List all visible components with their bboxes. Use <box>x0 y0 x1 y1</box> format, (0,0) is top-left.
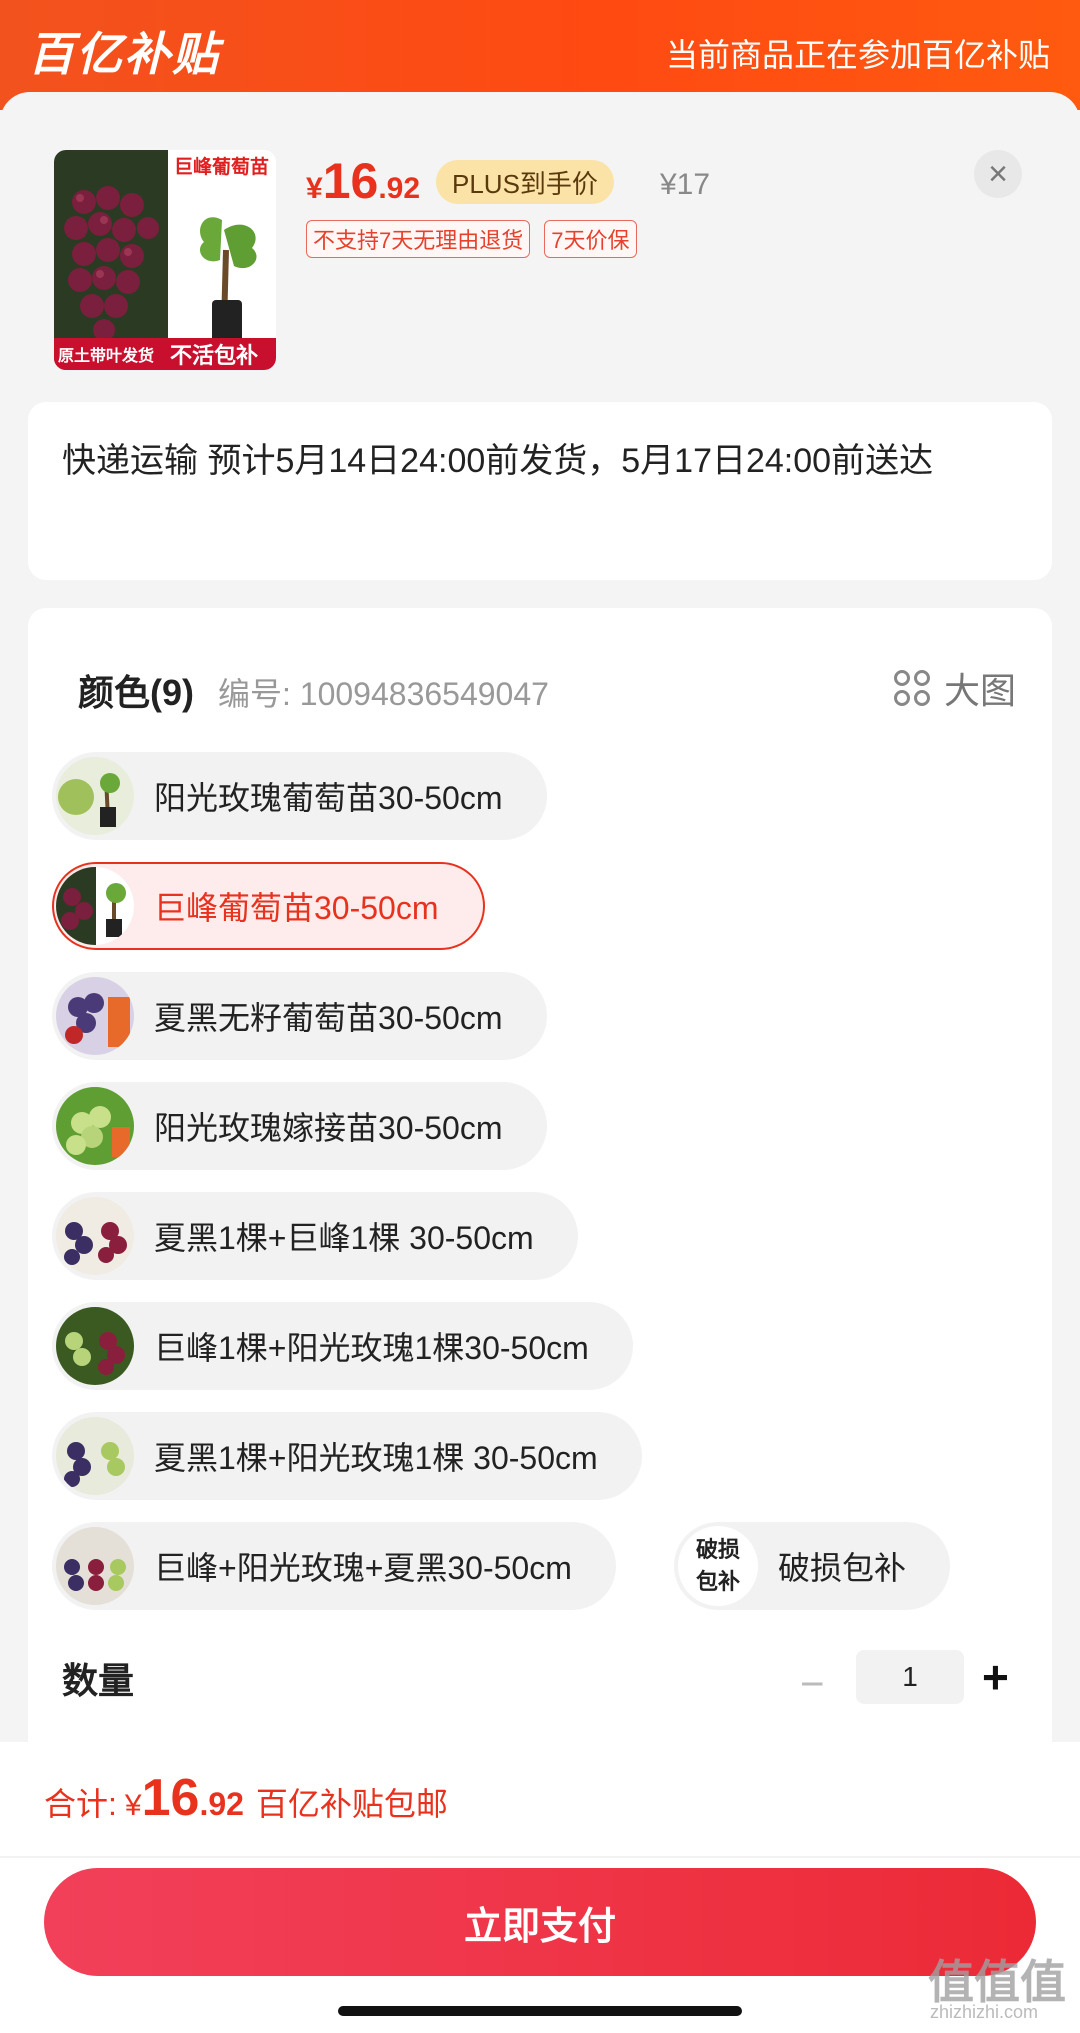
option-label: 破损包补 <box>778 1550 907 1586</box>
total-currency: ¥ <box>124 1789 142 1822</box>
shipping-text: 快递运输 预计5月14日24:00前发货，5月17日24:00前送达 <box>62 442 934 480</box>
option-thumbnail-icon <box>56 1417 134 1495</box>
watermark-url: zhizhizhi.com <box>930 2002 1039 2022</box>
thumbnail-title: 巨峰葡萄苗 <box>174 157 270 178</box>
price-currency: ¥ <box>306 172 323 205</box>
spec-header: 颜色(9) 编号: 10094836549047 <box>78 664 549 716</box>
grid-icon <box>893 670 930 706</box>
plus-price-badge: PLUS到手价 <box>436 160 614 204</box>
shipping-info[interactable]: 快递运输 预计5月14日24:00前发货，5月17日24:00前送达 <box>28 402 1052 580</box>
damage-icon-line1: 破损 <box>695 1537 740 1562</box>
spec-title: 颜色(9) <box>78 672 194 713</box>
option-label: 巨峰+阳光玫瑰+夏黑30-50cm <box>154 1550 572 1586</box>
product-thumbnail[interactable] <box>54 150 276 370</box>
quantity-plus-button[interactable]: + <box>982 1650 1009 1704</box>
spec-option[interactable]: 夏黑1棵+阳光玫瑰1棵 30-50cm <box>52 1412 642 1500</box>
option-thumbnail-icon <box>56 757 134 835</box>
option-thumbnail-icon <box>56 1087 134 1165</box>
option-thumbnail-icon <box>56 1527 134 1605</box>
big-view-label: 大图 <box>943 670 1016 711</box>
price-protect-tag: 7天价保 <box>544 220 637 258</box>
original-price: ¥17 <box>660 168 711 201</box>
total-label: 合计: <box>44 1786 117 1822</box>
option-thumbnail-icon <box>56 867 134 945</box>
total-integer: 16 <box>141 1769 200 1827</box>
close-icon: × <box>988 154 1008 193</box>
subsidy-logo: 百亿补贴 <box>28 28 220 80</box>
option-label: 阳光玫瑰嫁接苗30-50cm <box>154 1110 503 1146</box>
home-indicator[interactable] <box>338 2006 742 2016</box>
quantity-input[interactable]: 1 <box>856 1650 964 1704</box>
product-code: 编号: 10094836549047 <box>218 676 549 712</box>
spec-option[interactable]: 夏黑无籽葡萄苗30-50cm <box>52 972 547 1060</box>
option-label: 巨峰葡萄苗30-50cm <box>154 890 439 926</box>
spec-option-selected[interactable]: 巨峰葡萄苗30-50cm <box>52 862 485 950</box>
spec-option[interactable]: 巨峰1棵+阳光玫瑰1棵30-50cm <box>52 1302 633 1390</box>
no-return-tag: 不支持7天无理由退货 <box>306 220 531 258</box>
quantity-label: 数量 <box>62 1660 135 1701</box>
thumbnail-caption: 原土带叶发货 不活包补 <box>54 338 276 370</box>
free-shipping-note: 百亿补贴包邮 <box>255 1786 448 1822</box>
thumbnail-caption-right: 不活包补 <box>170 343 259 368</box>
option-thumbnail-icon <box>56 1307 134 1385</box>
spec-option[interactable]: 阳光玫瑰葡萄苗30-50cm <box>52 752 547 840</box>
damage-guarantee-icon: 破损 包补 <box>678 1526 758 1606</box>
order-total: 合计: ¥ 16 .92 百亿补贴包邮 <box>44 1768 448 1828</box>
option-label: 阳光玫瑰葡萄苗30-50cm <box>154 780 503 816</box>
price-integer: 16 <box>322 153 379 209</box>
spec-option[interactable]: 夏黑1棵+巨峰1棵 30-50cm <box>52 1192 578 1280</box>
spec-option[interactable]: 阳光玫瑰嫁接苗30-50cm <box>52 1082 547 1170</box>
price-decimal: .92 <box>378 172 421 205</box>
thumbnail-caption-left: 原土带叶发货 <box>58 348 155 365</box>
damage-icon-line2: 包补 <box>695 1569 740 1594</box>
pay-now-button[interactable]: 立即支付 <box>44 1868 1036 1976</box>
option-thumbnail-icon <box>56 977 134 1055</box>
spec-option-damage-guarantee[interactable]: 破损 包补 破损包补 <box>674 1522 951 1610</box>
spec-option[interactable]: 巨峰+阳光玫瑰+夏黑30-50cm <box>52 1522 616 1610</box>
banner-slogan: 当前商品正在参加百亿补贴 <box>665 37 1050 73</box>
footer-divider <box>0 1856 1080 1858</box>
grape-image <box>54 150 276 370</box>
close-button[interactable]: × <box>974 150 1022 198</box>
total-decimal: .92 <box>199 1786 244 1822</box>
big-view-button[interactable]: 大图 <box>893 662 1016 714</box>
option-thumbnail-icon <box>56 1197 134 1275</box>
option-label: 巨峰1棵+阳光玫瑰1棵30-50cm <box>154 1330 589 1366</box>
quantity-minus-button[interactable]: − <box>800 1660 825 1708</box>
option-label: 夏黑1棵+阳光玫瑰1棵 30-50cm <box>154 1440 598 1476</box>
option-label: 夏黑无籽葡萄苗30-50cm <box>154 1000 503 1036</box>
service-tags: 不支持7天无理由退货 7天价保 <box>306 220 637 258</box>
option-label: 夏黑1棵+巨峰1棵 30-50cm <box>154 1220 534 1256</box>
current-price: ¥ 16 .92 <box>306 152 420 210</box>
